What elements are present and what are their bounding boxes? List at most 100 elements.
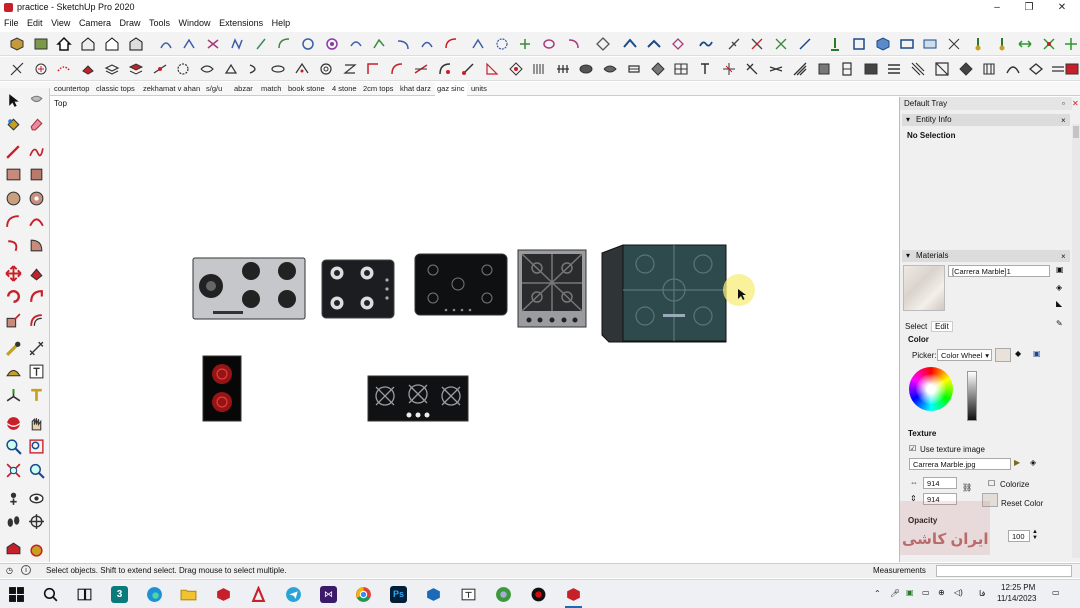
home-icon[interactable] — [56, 36, 72, 52]
model-viewport[interactable]: Top — [51, 97, 898, 562]
eraser-icon[interactable] — [28, 115, 45, 132]
visual-studio-icon[interactable]: ⋈ — [320, 586, 337, 603]
browse-folder-icon[interactable]: ▶ — [1014, 458, 1020, 467]
array-tool-10-icon[interactable] — [744, 61, 760, 77]
pan-hand-icon[interactable] — [28, 415, 45, 432]
3d-text-icon[interactable] — [28, 387, 45, 404]
polygon-draw-icon[interactable] — [28, 190, 45, 207]
zoom-window-icon[interactable] — [28, 438, 45, 455]
shape-tool-6-icon[interactable] — [223, 61, 239, 77]
scene-tab-4-stone[interactable]: 4 stone — [330, 82, 359, 96]
array-tool-7-icon[interactable] — [673, 61, 689, 77]
scene-tab-sgu[interactable]: s/g/u — [204, 82, 224, 96]
chrome-icon[interactable] — [355, 586, 372, 603]
dimension-tool-icon[interactable] — [9, 61, 25, 77]
array-tool-24-icon[interactable] — [1064, 61, 1080, 77]
green-app-icon[interactable] — [495, 586, 512, 603]
roof-tool-2-icon[interactable] — [646, 36, 662, 52]
shape-tool-4-icon[interactable] — [152, 61, 168, 77]
rotate-tool-icon[interactable] — [5, 288, 22, 305]
edge-browser-icon[interactable] — [146, 586, 163, 603]
array-tool-3-icon[interactable] — [578, 61, 594, 77]
curve-tool-5-icon[interactable] — [253, 36, 269, 52]
volume-icon[interactable]: ◁) — [954, 588, 963, 597]
curve-tool-10-icon[interactable] — [443, 36, 459, 52]
acrobat-icon[interactable] — [250, 586, 267, 603]
cooktop-silver-5-burner[interactable] — [192, 257, 306, 320]
shape-tool-10-icon[interactable] — [318, 61, 334, 77]
tab-select[interactable]: Select — [905, 322, 927, 331]
clock-time[interactable]: 12:25 PM — [1001, 583, 1035, 592]
array-tool-17-icon[interactable] — [910, 61, 926, 77]
roof-tool-3-icon[interactable] — [670, 36, 686, 52]
material-name-field[interactable]: [Carrera Marble]1 — [948, 265, 1050, 277]
scene-tab-classic-tops[interactable]: classic tops — [94, 82, 137, 96]
notification-icon[interactable]: ▭ — [1052, 588, 1060, 597]
close-button[interactable]: ✕ — [1045, 0, 1079, 16]
tape-measure-icon[interactable] — [5, 340, 22, 357]
shape-tool-11-icon[interactable] — [342, 61, 358, 77]
group-tool-icon[interactable] — [899, 36, 915, 52]
shape-tool-9-icon[interactable] — [294, 61, 310, 77]
corner-tool-7-icon[interactable] — [508, 61, 524, 77]
scale-tool-icon[interactable] — [5, 312, 22, 329]
dimension-icon[interactable] — [28, 340, 45, 357]
previous-view-icon[interactable] — [28, 462, 45, 479]
lasso-select-icon[interactable] — [28, 92, 45, 109]
curve-tool-12-icon[interactable] — [494, 36, 510, 52]
array-tool-12-icon[interactable] — [792, 61, 808, 77]
scene-tab-gaz-sinc[interactable]: gaz sinc — [435, 82, 467, 96]
array-tool-19-icon[interactable] — [958, 61, 974, 77]
menu-file[interactable]: File — [4, 16, 19, 30]
corner-tool-1-icon[interactable] — [365, 61, 381, 77]
maximize-button[interactable]: ❐ — [1012, 0, 1046, 16]
walk-icon[interactable] — [5, 513, 22, 530]
curve-tool-13-icon[interactable] — [517, 36, 533, 52]
follow-me-icon[interactable] — [28, 288, 45, 305]
file-explorer-icon[interactable] — [180, 586, 197, 603]
menu-edit[interactable]: Edit — [27, 16, 43, 30]
texture-width-field[interactable]: 914 — [923, 477, 957, 489]
menu-extensions[interactable]: Extensions — [219, 16, 263, 30]
pin-tool-icon[interactable] — [970, 36, 986, 52]
array-tool-5-icon[interactable] — [626, 61, 642, 77]
menu-camera[interactable]: Camera — [79, 16, 111, 30]
menu-view[interactable]: View — [51, 16, 70, 30]
curve-tool-6-icon[interactable] — [348, 36, 364, 52]
cooktop-ceramic-2-zone[interactable] — [202, 355, 242, 422]
gear-tool-icon[interactable] — [175, 61, 191, 77]
array-tool-11-icon[interactable] — [768, 61, 784, 77]
house-back-icon[interactable] — [128, 36, 144, 52]
curve-tool-8-icon[interactable] — [395, 36, 411, 52]
scene-tab-book-stone[interactable]: book stone — [286, 82, 327, 96]
corner-tool-4-icon[interactable] — [437, 61, 453, 77]
curve-tool-7-icon[interactable] — [371, 36, 387, 52]
shape-tool-2-icon[interactable] — [104, 61, 120, 77]
photoshop-icon[interactable]: Ps — [390, 586, 407, 603]
line-tool-4-icon[interactable] — [797, 36, 813, 52]
arc-tool-icon[interactable] — [276, 36, 292, 52]
tab-edit[interactable]: Edit — [931, 321, 953, 332]
arc-draw-icon[interactable] — [5, 213, 22, 230]
app-badge-icon[interactable]: 3 — [111, 586, 128, 603]
line-pencil-icon[interactable] — [5, 143, 22, 160]
three-point-arc-icon[interactable] — [5, 237, 22, 254]
create-material-icon[interactable]: ▣ — [1056, 265, 1064, 274]
polygon-tool-icon[interactable] — [324, 36, 340, 52]
rectangle-tool-icon[interactable] — [5, 166, 22, 183]
push-pull-icon[interactable] — [28, 265, 45, 282]
scene-tab-zekhamat-v-ahan[interactable]: zekhamat v ahan — [141, 82, 202, 96]
brightness-slider[interactable] — [967, 371, 977, 421]
menu-window[interactable]: Window — [179, 16, 211, 30]
scene-tab-2cm-tops[interactable]: 2cm tops — [361, 82, 395, 96]
pie-tool-icon[interactable] — [28, 237, 45, 254]
tray-app-icon[interactable]: ▣ — [906, 588, 914, 597]
scrollbar-thumb[interactable] — [1073, 126, 1079, 138]
corner-tool-3-icon[interactable] — [413, 61, 429, 77]
extension-icon-1[interactable] — [5, 541, 22, 558]
opacity-field[interactable]: 100 — [1008, 530, 1030, 542]
tray-pin-icon[interactable]: ▫ — [1062, 99, 1065, 108]
current-color-swatch[interactable] — [995, 348, 1011, 362]
move-tool-icon[interactable] — [946, 36, 962, 52]
array-tool-13-icon[interactable] — [816, 61, 832, 77]
